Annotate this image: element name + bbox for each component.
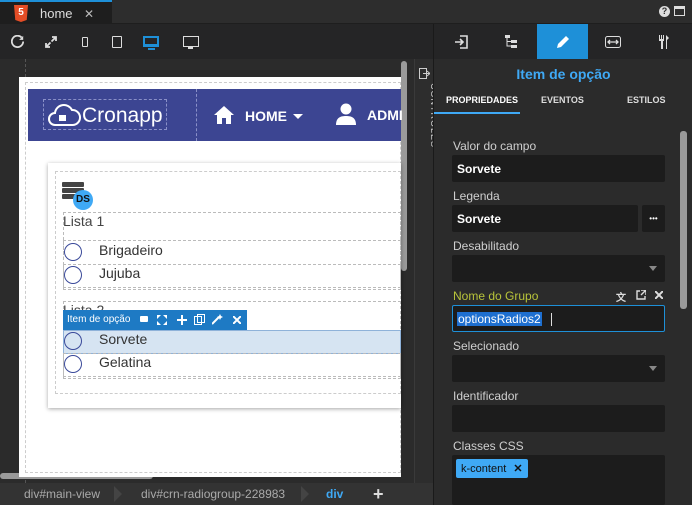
external-link-icon[interactable] [636, 290, 646, 300]
logo[interactable]: Cronapp [43, 99, 167, 130]
pencil-icon [556, 35, 569, 48]
controls-icon [419, 68, 430, 79]
valor-label: Valor do campo [453, 139, 537, 153]
refresh-icon[interactable] [0, 24, 34, 59]
monitor-icon[interactable] [174, 24, 208, 59]
text-cursor-icon [551, 313, 553, 327]
content-card: DS Lista 1 Brigadeiro Jujuba Lista 2 Sor… [48, 163, 401, 408]
home-icon [214, 106, 234, 124]
grupo-field[interactable]: optionsRadios2 [452, 305, 665, 332]
translate-icon[interactable]: 文 [616, 289, 626, 304]
breadcrumb-separator [114, 486, 122, 502]
chevron-down-icon [649, 266, 657, 271]
panel-tabs [434, 24, 692, 59]
controls-panel-toggle[interactable]: CONTROLES [414, 59, 439, 483]
selection-toolbar: Item de opção [63, 310, 247, 330]
radio-jujuba[interactable] [64, 266, 82, 284]
app-header: Cronapp HOME ADMI [28, 89, 403, 141]
panel-title: Item de opção [516, 66, 611, 82]
datasource-icon[interactable]: DS [62, 182, 93, 212]
breadcrumb-add-button[interactable]: + [373, 483, 384, 505]
radio-brigadeiro[interactable] [64, 243, 82, 261]
add-icon[interactable] [177, 315, 187, 325]
tab-properties[interactable] [537, 24, 588, 59]
tab-title: home [40, 6, 73, 21]
move-icon[interactable] [157, 315, 167, 325]
device-toolbar [0, 24, 433, 59]
chevron-down-icon [649, 366, 657, 371]
tree-icon [505, 34, 517, 48]
chip-remove-icon[interactable]: ✕ [513, 463, 522, 475]
desktop-icon[interactable] [134, 24, 168, 59]
copy-icon[interactable] [194, 314, 205, 325]
header-divider [196, 89, 197, 141]
radio-label-brigadeiro: Brigadeiro [99, 242, 163, 258]
subtab-events[interactable]: EVENTOS [541, 95, 584, 105]
tab-import[interactable] [437, 24, 487, 59]
page-preview: Cronapp HOME ADMI DS Lista 1 Brigadeiro … [19, 77, 403, 477]
radio-label-jujuba: Jujuba [99, 265, 141, 281]
panel-scrollbar[interactable] [680, 131, 687, 309]
identificador-label: Identificador [453, 389, 519, 403]
legenda-label: Legenda [453, 189, 500, 203]
desabilitado-label: Desabilitado [453, 239, 520, 253]
selection-toolbar-label: Item de opção [67, 314, 131, 325]
mobile-icon[interactable] [68, 24, 102, 59]
legenda-field[interactable]: Sorvete [452, 205, 638, 232]
nav-admin-label: ADMI [367, 107, 403, 123]
legenda-more-button[interactable]: ••• [642, 205, 665, 232]
identificador-field[interactable] [452, 405, 665, 432]
properties-panel: Item de opção PROPRIEDADES EVENTOS ESTIL… [433, 24, 692, 505]
radio-sorvete[interactable] [64, 332, 82, 350]
selecionado-label: Selecionado [453, 339, 520, 353]
css-class-chip-label: k-content [461, 463, 507, 475]
selecionado-select[interactable] [452, 355, 665, 382]
tools-icon [659, 34, 669, 49]
user-icon [336, 103, 356, 125]
grupo-label: Nome do Grupo [453, 289, 539, 303]
tab-tools[interactable] [638, 24, 688, 59]
clear-icon[interactable] [655, 291, 663, 299]
canvas-scrollbar-vertical[interactable] [401, 61, 407, 271]
subtab-properties[interactable]: PROPRIEDADES [446, 95, 518, 105]
breadcrumb-separator [301, 486, 309, 502]
delete-icon[interactable] [233, 316, 241, 324]
html5-icon: 5 [14, 5, 28, 22]
ds-badge: DS [73, 190, 93, 210]
tablet-icon[interactable] [100, 24, 134, 59]
chevron-down-icon [293, 114, 303, 119]
unlock-icon[interactable] [140, 316, 148, 322]
help-icon[interactable]: ? [659, 6, 670, 17]
classes-field[interactable]: k-content ✕ [452, 455, 665, 505]
desabilitado-select[interactable] [452, 255, 665, 282]
tab-bar: 5 home ✕ ? [0, 0, 692, 24]
cloud-logo-icon [48, 104, 81, 126]
resize-horizontal-icon [605, 35, 621, 48]
tab-home[interactable]: 5 home ✕ [0, 0, 112, 24]
magic-wand-icon[interactable] [212, 314, 223, 325]
valor-field[interactable]: Sorvete [452, 155, 665, 182]
radio-gelatina[interactable] [64, 355, 82, 373]
classes-label: Classes CSS [453, 439, 524, 453]
tab-close-icon[interactable]: ✕ [84, 7, 94, 21]
breadcrumb-main-view[interactable]: div#main-view [24, 483, 100, 505]
logo-text: Cronapp [82, 104, 163, 127]
breadcrumb: div#main-view div#crn-radiogroup-228983 … [0, 483, 433, 505]
nav-home-label: HOME [245, 108, 287, 124]
radio-label-sorvete: Sorvete [99, 331, 148, 347]
breadcrumb-current[interactable]: div [326, 483, 343, 505]
tab-resize[interactable] [588, 24, 638, 59]
maximize-icon[interactable] [674, 6, 685, 16]
radio-label-gelatina: Gelatina [99, 354, 152, 370]
breadcrumb-radiogroup[interactable]: div#crn-radiogroup-228983 [141, 483, 285, 505]
fullscreen-icon[interactable] [34, 24, 68, 59]
css-class-chip[interactable]: k-content ✕ [456, 459, 528, 478]
subtab-underline [434, 112, 520, 114]
tab-tree[interactable] [487, 24, 537, 59]
import-icon [455, 34, 468, 49]
grupo-field-value: optionsRadios2 [457, 312, 542, 326]
subtab-styles[interactable]: ESTILOS [627, 95, 666, 105]
